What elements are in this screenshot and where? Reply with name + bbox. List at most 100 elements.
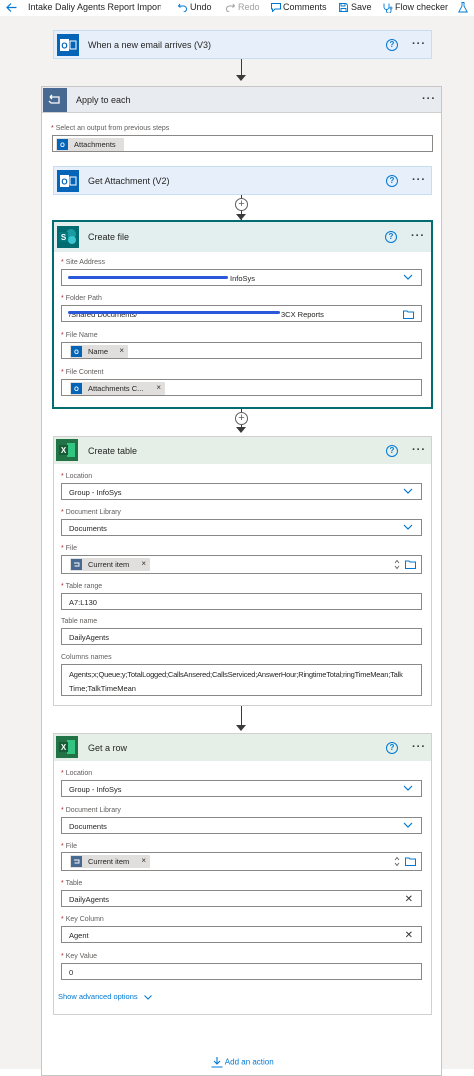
trigger-title: When a new email arrives (V3) [88, 40, 212, 50]
trigger-card[interactable]: O When a new email arrives (V3) ? ··· [53, 30, 432, 59]
select-output-label-text: Select an output from previous steps [55, 125, 170, 132]
key-column-value: Agent [69, 931, 89, 940]
back-arrow-icon[interactable] [6, 3, 17, 12]
document-library-value: Documents [69, 524, 107, 533]
site-address-value: InfoSys [230, 274, 256, 283]
chevron-down-icon[interactable] [403, 785, 413, 792]
document-library-dropdown[interactable]: Documents [61, 519, 422, 536]
remove-token-icon[interactable]: × [141, 856, 146, 865]
remove-token-icon[interactable]: × [119, 346, 124, 355]
connector-arrow-icon [236, 725, 246, 731]
key-column-label-text: Key Column [65, 916, 104, 923]
redo-icon [226, 3, 235, 12]
columns-names-line1: Agents;x;Queue;y;TotalLogged;CallsAnsere… [69, 670, 403, 679]
file-input[interactable]: Current item × [61, 555, 422, 574]
chevron-down-icon[interactable] [403, 524, 413, 531]
svg-text:O: O [61, 42, 67, 51]
file-content-label-text: File Content [65, 369, 104, 376]
location-label: * Location [61, 770, 93, 777]
remove-token-icon[interactable]: × [141, 559, 146, 568]
columns-names-label: Columns names [61, 654, 112, 661]
file-name-input[interactable]: O Name × [61, 342, 422, 359]
name-token[interactable]: O Name × [70, 345, 128, 358]
table-range-input[interactable]: A7:L130 [61, 593, 422, 610]
more-options-icon[interactable]: ··· [412, 445, 426, 456]
remove-token-icon[interactable]: × [156, 383, 161, 392]
file-input[interactable]: Current item × [61, 852, 422, 871]
add-an-action-label: Add an action [224, 1057, 274, 1067]
table-range-label: * Table range [61, 583, 103, 590]
select-output-label: * Select an output from previous steps [51, 125, 170, 132]
chevron-down-icon[interactable] [403, 488, 413, 495]
help-icon[interactable]: ? [386, 39, 398, 51]
get-a-row-header[interactable]: X Get a row ? ··· [54, 734, 431, 761]
chevron-down-icon[interactable] [403, 274, 413, 281]
help-icon[interactable]: ? [386, 742, 398, 754]
excel-icon: X [56, 439, 78, 461]
location-dropdown[interactable]: Group - InfoSys [61, 483, 422, 500]
current-item-token[interactable]: Current item × [70, 855, 150, 868]
flow-title[interactable]: Intake Daliy Agents Report Import [28, 2, 161, 12]
outlook-icon: O [57, 170, 79, 192]
create-file-header[interactable]: S Create file ? ··· [54, 222, 431, 252]
table-name-input[interactable]: DailyAgents [61, 628, 422, 645]
file-content-input[interactable]: O Attachments C... × [61, 379, 422, 396]
outlook-icon: O [71, 383, 82, 394]
folder-icon[interactable] [403, 310, 414, 319]
folder-icon[interactable] [405, 560, 416, 569]
loop-icon [71, 559, 82, 570]
key-value-input[interactable]: 0 [61, 963, 422, 980]
svg-text:X: X [61, 743, 67, 752]
location-label-text: Location [65, 473, 93, 480]
add-an-action-button[interactable]: Add an action [211, 1057, 274, 1068]
table-input[interactable]: DailyAgents ✕ [61, 890, 422, 907]
chevron-down-icon[interactable] [403, 822, 413, 829]
table-range-label-text: Table range [65, 583, 103, 590]
site-address-input[interactable]: InfoSys [61, 269, 422, 286]
create-table-header[interactable]: X Create table ? ··· [54, 437, 431, 464]
flask-icon[interactable] [458, 2, 468, 13]
clear-icon[interactable]: ✕ [405, 930, 413, 941]
table-label: * Table [61, 880, 83, 887]
document-library-dropdown[interactable]: Documents [61, 817, 422, 834]
attachments-content-token[interactable]: O Attachments C... × [70, 382, 165, 395]
more-options-icon[interactable]: ··· [412, 39, 426, 50]
redaction-mark [68, 276, 228, 279]
apply-to-each-title: Apply to each [76, 95, 131, 105]
key-column-input[interactable]: Agent ✕ [61, 926, 422, 943]
attachments-token[interactable]: O Attachments [56, 138, 124, 151]
insert-step-plus-icon[interactable]: + [235, 412, 248, 425]
connector-arrow-icon [236, 427, 246, 433]
more-options-icon[interactable]: ··· [412, 175, 426, 186]
columns-names-input[interactable]: Agents;x;Queue;y;TotalLogged;CallsAnsere… [61, 664, 422, 696]
folder-path-label-text: Folder Path [65, 295, 102, 302]
document-library-label-text: Document Library [65, 509, 121, 516]
help-icon[interactable]: ? [385, 231, 397, 243]
key-value-label: * Key Value [61, 953, 98, 960]
table-value: DailyAgents [69, 895, 110, 904]
show-advanced-options-link[interactable]: Show advanced options [58, 992, 152, 1001]
help-icon[interactable]: ? [386, 175, 398, 187]
comments-label: Comments [283, 2, 327, 12]
current-item-token[interactable]: Current item × [70, 558, 150, 571]
svg-text:X: X [61, 446, 67, 455]
help-icon[interactable]: ? [386, 445, 398, 457]
select-output-input[interactable]: O Attachments [52, 135, 433, 152]
folder-icon[interactable] [405, 857, 416, 866]
insert-step-plus-icon[interactable]: + [235, 198, 248, 211]
comment-icon [271, 3, 281, 12]
document-library-label: * Document Library [61, 807, 121, 814]
stepper-icon[interactable] [394, 559, 400, 570]
folder-path-input[interactable]: /Shared Documents/ 3CX Reports [61, 305, 422, 322]
key-value-label-text: Key Value [65, 953, 98, 960]
more-options-icon[interactable]: ··· [411, 231, 425, 242]
more-options-icon[interactable]: ··· [412, 742, 426, 753]
clear-icon[interactable]: ✕ [405, 894, 413, 905]
apply-to-each-header[interactable]: Apply to each ··· [42, 87, 441, 113]
stepper-icon[interactable] [394, 856, 400, 867]
create-table-title: Create table [88, 446, 138, 456]
location-dropdown[interactable]: Group - InfoSys [61, 780, 422, 797]
more-options-icon[interactable]: ··· [422, 94, 436, 105]
get-attachment-card[interactable]: O Get Attachment (V2) ? ··· [53, 166, 432, 195]
svg-text:S: S [61, 233, 67, 242]
